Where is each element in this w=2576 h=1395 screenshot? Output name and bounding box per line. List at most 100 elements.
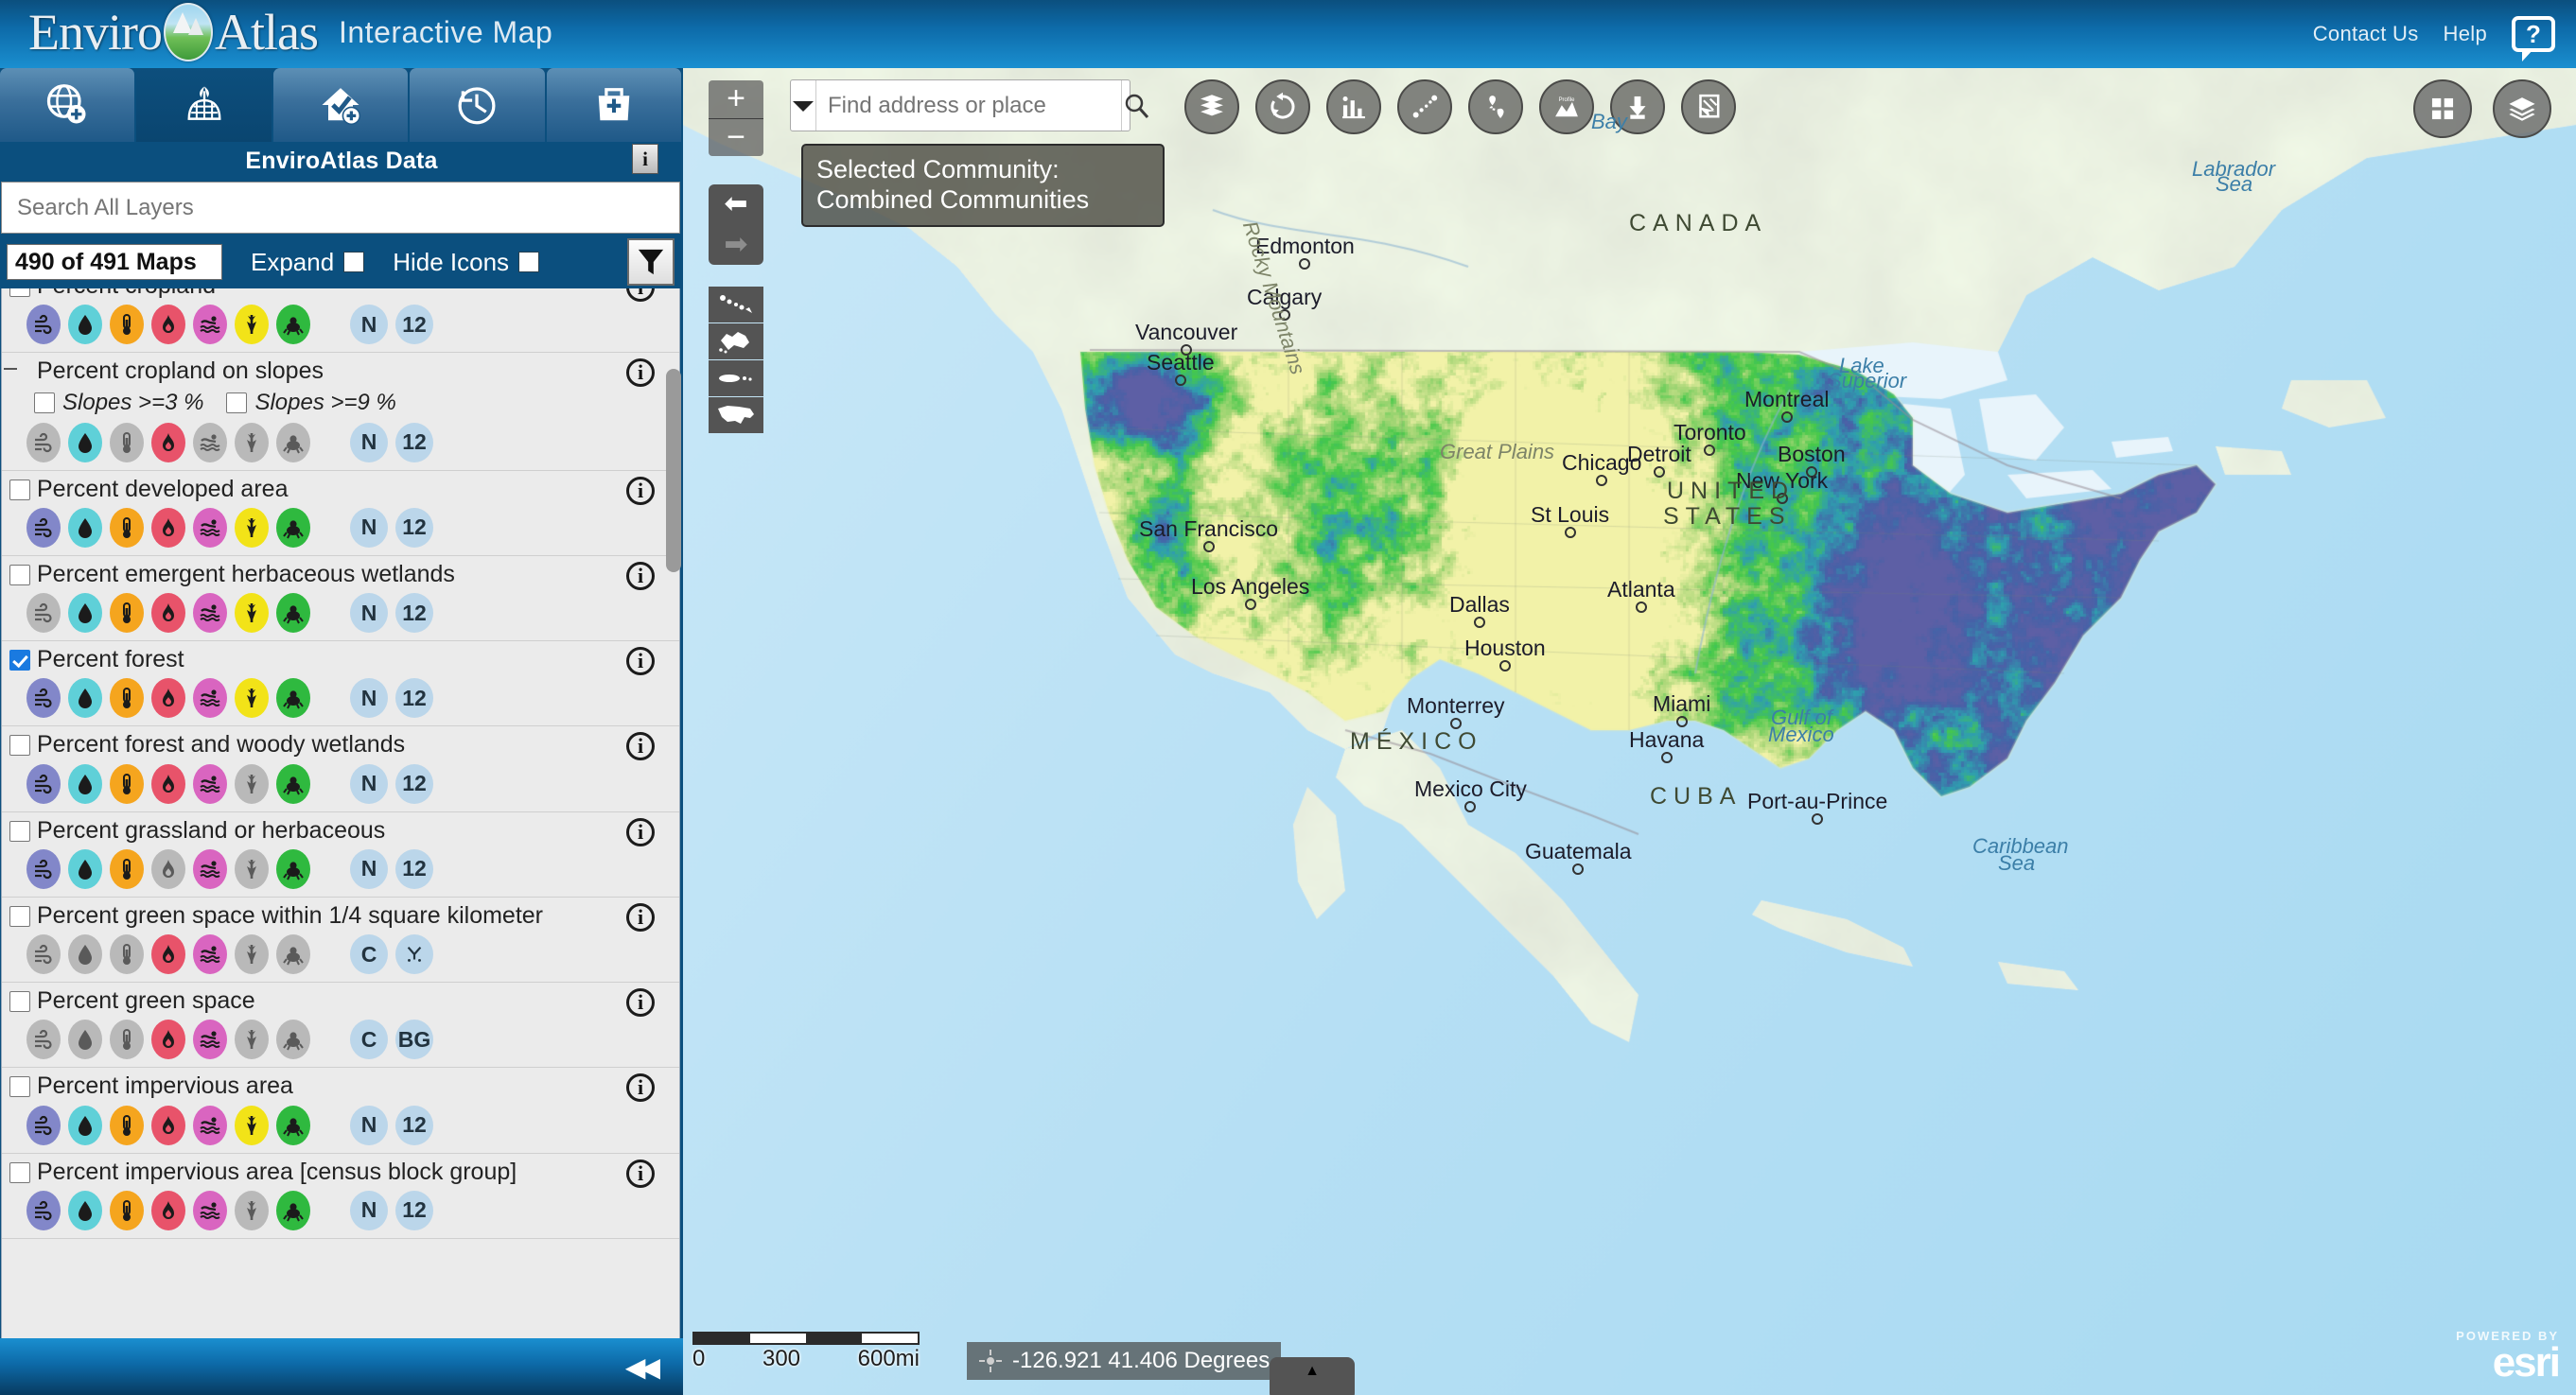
scale-badge[interactable]: N: [350, 1105, 388, 1145]
benefit-icon-natural-hazard[interactable]: [151, 934, 185, 974]
benefit-icon-clean-air[interactable]: [26, 848, 61, 889]
scale-badge[interactable]: 12: [395, 848, 433, 889]
benefit-icon-clean-water[interactable]: [68, 305, 102, 345]
scale-badge[interactable]: C: [350, 1020, 388, 1060]
benefit-icon-clean-air[interactable]: [26, 1190, 61, 1230]
benefit-icon-biodiversity[interactable]: [276, 305, 310, 345]
layer-checkbox[interactable]: [9, 991, 30, 1012]
scale-badge[interactable]: [395, 934, 433, 974]
filter-button[interactable]: [627, 238, 675, 286]
select-tool-button[interactable]: [1681, 79, 1736, 134]
layer-info-icon[interactable]: i: [626, 476, 655, 505]
benefit-icon-biodiversity[interactable]: [276, 678, 310, 719]
expand-checkbox[interactable]: [343, 252, 365, 272]
layer-checkbox[interactable]: [9, 650, 30, 671]
history-tab[interactable]: [410, 68, 545, 142]
layer-row[interactable]: Percent cropland on slopes i Slopes >=3 % S…: [2, 353, 679, 471]
benefit-icon-natural-hazard[interactable]: [151, 848, 185, 889]
benefit-icon-recreation[interactable]: [193, 507, 227, 548]
benefit-icon-clean-water[interactable]: [68, 1105, 102, 1145]
chart-tool-button[interactable]: [1326, 79, 1381, 134]
scale-badge[interactable]: C: [350, 934, 388, 974]
layer-row[interactable]: Percent developed area i N 12: [2, 471, 679, 556]
collapse-panel-button[interactable]: ◀◀: [625, 1351, 660, 1383]
benefit-icon-climate[interactable]: [110, 848, 144, 889]
benefit-icon-food-fuel[interactable]: [235, 848, 269, 889]
scale-badge[interactable]: 12: [395, 678, 433, 719]
benefit-icon-climate[interactable]: [110, 1105, 144, 1145]
benefit-icon-biodiversity[interactable]: [276, 848, 310, 889]
scrollbar-thumb[interactable]: [666, 369, 681, 572]
layer-row[interactable]: Percent forest and woody wetlands i N 12: [2, 726, 679, 812]
benefit-icon-biodiversity[interactable]: [276, 593, 310, 633]
layer-row[interactable]: Percent forest i N 12: [2, 641, 679, 727]
benefit-icon-recreation[interactable]: [193, 934, 227, 974]
route-tool-button[interactable]: [1468, 79, 1523, 134]
enviroatlas-logo[interactable]: Enviro Atlas Interactive Map: [28, 0, 552, 66]
benefit-icon-clean-air[interactable]: [26, 763, 61, 804]
layer-row[interactable]: Percent grassland or herbaceous i N 12: [2, 812, 679, 898]
scale-badge[interactable]: 12: [395, 305, 433, 345]
add-community-tab[interactable]: [0, 68, 135, 142]
scale-badge[interactable]: 12: [395, 422, 433, 462]
eco-health-tab[interactable]: [272, 68, 409, 142]
benefit-icon-clean-water[interactable]: [68, 1020, 102, 1060]
benefit-icon-clean-air[interactable]: [26, 934, 61, 974]
layer-info-icon[interactable]: i: [626, 817, 655, 846]
layer-row[interactable]: Percent emergent herbaceous wetlands i N 12: [2, 556, 679, 641]
benefit-icon-food-fuel[interactable]: [235, 593, 269, 633]
layer-checkbox[interactable]: [9, 564, 30, 585]
layer-info-icon[interactable]: i: [626, 647, 655, 675]
benefit-icon-natural-hazard[interactable]: [151, 1020, 185, 1060]
hawaii-extent-button[interactable]: [709, 287, 763, 323]
scale-badge[interactable]: 12: [395, 1105, 433, 1145]
sub-option-checkbox[interactable]: [34, 392, 55, 413]
benefit-icon-natural-hazard[interactable]: [151, 305, 185, 345]
benefit-icon-clean-water[interactable]: [68, 593, 102, 633]
coordinate-display[interactable]: -126.921 41.406 Degrees: [967, 1342, 1282, 1380]
benefit-icon-clean-water[interactable]: [68, 848, 102, 889]
layer-search-input[interactable]: [1, 182, 680, 234]
benefit-icon-food-fuel[interactable]: [235, 1105, 269, 1145]
benefit-icon-biodiversity[interactable]: [276, 1105, 310, 1145]
benefit-icon-food-fuel[interactable]: [235, 422, 269, 462]
benefit-icon-clean-water[interactable]: [68, 1190, 102, 1230]
layer-row[interactable]: Percent green space within 1/4 square ki…: [2, 898, 679, 983]
benefit-icon-climate[interactable]: [110, 1190, 144, 1230]
benefit-icon-biodiversity[interactable]: [276, 507, 310, 548]
layer-checkbox[interactable]: [9, 1076, 30, 1098]
benefit-icon-food-fuel[interactable]: [235, 305, 269, 345]
benefit-icon-natural-hazard[interactable]: [151, 593, 185, 633]
scale-badge[interactable]: N: [350, 305, 388, 345]
next-extent-button[interactable]: ➡: [724, 230, 747, 259]
benefit-icon-recreation[interactable]: [193, 305, 227, 345]
layer-row[interactable]: Percent impervious area [census block gr…: [2, 1154, 679, 1239]
layer-checkbox[interactable]: [9, 361, 30, 382]
benefit-icon-clean-air[interactable]: [26, 1020, 61, 1060]
benefit-icon-natural-hazard[interactable]: [151, 1105, 185, 1145]
layer-checkbox[interactable]: [9, 479, 30, 500]
scale-badge[interactable]: N: [350, 848, 388, 889]
benefit-icon-natural-hazard[interactable]: [151, 422, 185, 462]
benefit-icon-recreation[interactable]: [193, 1105, 227, 1145]
layer-info-icon[interactable]: i: [626, 561, 655, 590]
zoom-in-button[interactable]: +: [709, 80, 763, 119]
benefit-icon-climate[interactable]: [110, 305, 144, 345]
benefit-icon-clean-air[interactable]: [26, 1105, 61, 1145]
benefit-icon-clean-air[interactable]: [26, 422, 61, 462]
benefit-icon-natural-hazard[interactable]: [151, 1190, 185, 1230]
benefit-icon-natural-hazard[interactable]: [151, 507, 185, 548]
benefit-icon-recreation[interactable]: [193, 848, 227, 889]
panel-info-button[interactable]: i: [632, 144, 658, 174]
download-tool-button[interactable]: [1610, 79, 1665, 134]
layer-checkbox[interactable]: [9, 288, 30, 297]
benefit-icon-climate[interactable]: [110, 422, 144, 462]
scale-badge[interactable]: 12: [395, 507, 433, 548]
layer-list-button[interactable]: [2493, 79, 2551, 138]
sub-option[interactable]: Slopes >=3 %: [34, 390, 203, 416]
benefit-icon-biodiversity[interactable]: [276, 763, 310, 804]
benefit-icon-natural-hazard[interactable]: [151, 678, 185, 719]
layer-row[interactable]: Percent impervious area i N 12: [2, 1068, 679, 1154]
benefit-icon-clean-air[interactable]: [26, 678, 61, 719]
benefit-icon-clean-water[interactable]: [68, 507, 102, 548]
